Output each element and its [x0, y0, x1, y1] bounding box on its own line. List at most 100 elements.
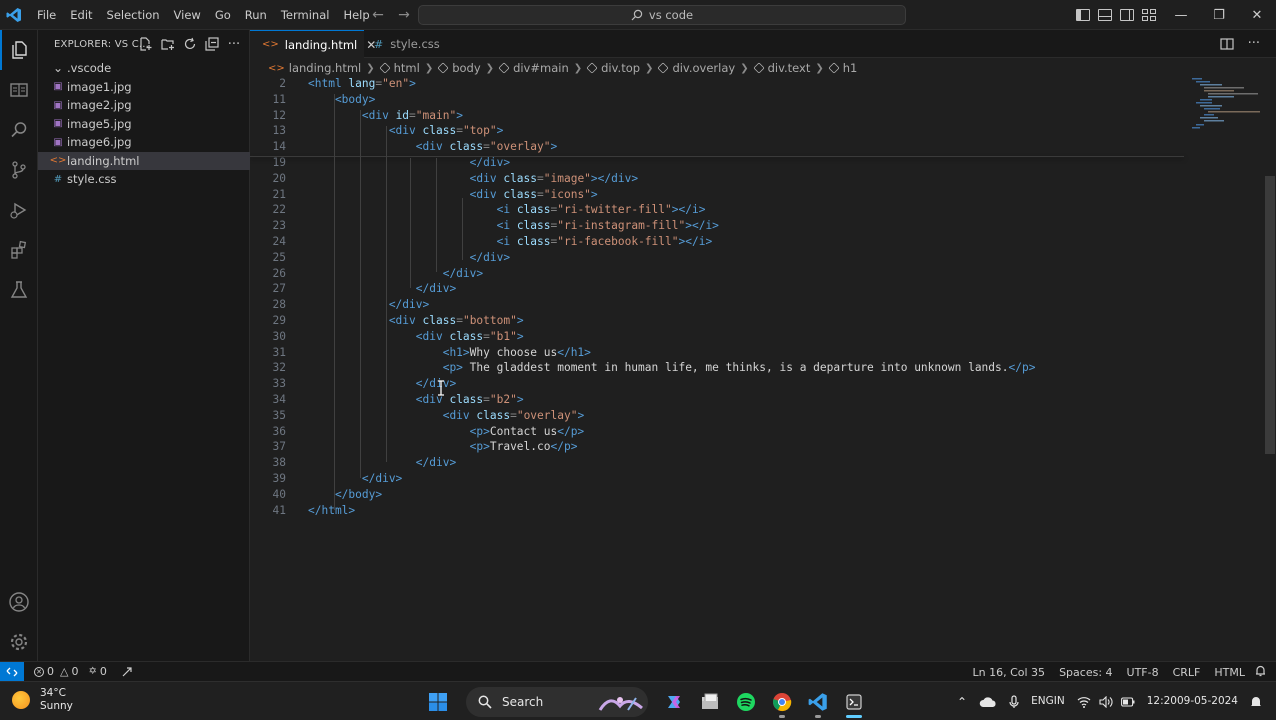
- menu-go[interactable]: Go: [208, 0, 238, 30]
- back-arrow-icon[interactable]: ←: [370, 7, 386, 23]
- manage-gear-icon[interactable]: [0, 622, 38, 662]
- code-line: 34 <div class="b2">: [250, 392, 1190, 408]
- language-mode[interactable]: HTML: [1214, 666, 1245, 679]
- problems-indicator[interactable]: ✕ 0 △ 0: [34, 665, 78, 678]
- more-actions-icon[interactable]: ···: [226, 36, 242, 52]
- code-text: <p>Travel.co</p>: [308, 439, 578, 455]
- file-tree-item[interactable]: ▣ image6.jpg: [38, 133, 250, 152]
- show-hidden-icons-chevron-up-icon[interactable]: ⌃: [957, 695, 967, 709]
- close-icon[interactable]: ✕: [1238, 0, 1276, 30]
- copilot-icon[interactable]: [656, 685, 692, 719]
- run-debug-icon[interactable]: [0, 190, 38, 230]
- code-token: =: [537, 187, 544, 201]
- code-token: <p>: [308, 440, 490, 454]
- weather-widget[interactable]: 34°C Sunny: [12, 687, 73, 713]
- accounts-icon[interactable]: [0, 582, 38, 622]
- microphone-icon[interactable]: [1009, 694, 1019, 709]
- more-actions-icon[interactable]: ···: [1248, 37, 1260, 54]
- menu-terminal[interactable]: Terminal: [274, 0, 337, 30]
- chevron-right-icon: ❯: [485, 62, 495, 74]
- file-tree-item[interactable]: <> landing.html: [38, 151, 250, 170]
- code-token: <html: [308, 78, 342, 90]
- active-app-icon[interactable]: [836, 685, 872, 719]
- file-tree-item[interactable]: # style.css: [38, 170, 250, 189]
- breadcrumb-item[interactable]: div.top: [586, 61, 640, 75]
- file-tree-item[interactable]: ▣ image1.jpg: [38, 78, 250, 97]
- breadcrumb-item[interactable]: div.overlay: [657, 61, 735, 75]
- outline-icon[interactable]: [0, 70, 38, 110]
- breadcrumb-item[interactable]: div#main: [498, 61, 569, 75]
- new-folder-icon[interactable]: [160, 36, 176, 52]
- refresh-icon[interactable]: [182, 36, 198, 52]
- minimize-icon[interactable]: —: [1162, 0, 1200, 30]
- toggle-secondary-sidebar-icon[interactable]: [1120, 9, 1134, 21]
- input-language[interactable]: ENG IN: [1031, 695, 1065, 708]
- menu-run[interactable]: Run: [238, 0, 274, 30]
- code-token: The gladdest moment in human life, me th…: [462, 361, 1009, 375]
- file-tree-item[interactable]: ▣ image2.jpg: [38, 96, 250, 115]
- tab-landing-html[interactable]: <> landing.html ✕: [250, 30, 376, 58]
- code-editor[interactable]: 2 <html lang="en"> 11 <body> 12 <div id="ma…: [250, 78, 1276, 661]
- notifications-bell-icon[interactable]: [1255, 665, 1266, 680]
- spotify-icon[interactable]: [728, 685, 764, 719]
- clock[interactable]: 12:20 09-05-2024: [1147, 695, 1238, 708]
- chrome-icon[interactable]: [764, 685, 800, 719]
- code-text: <h1>Why choose us</h1>: [308, 345, 591, 361]
- customize-layout-icon[interactable]: [1142, 9, 1156, 21]
- explorer-icon[interactable]: [0, 30, 38, 70]
- tab-label: landing.html: [284, 37, 358, 52]
- windows-start-icon[interactable]: [420, 685, 456, 719]
- file-explorer-icon[interactable]: [692, 685, 728, 719]
- region-code: IN: [1053, 695, 1065, 707]
- indentation[interactable]: Spaces: 4: [1059, 666, 1112, 679]
- menu-view[interactable]: View: [167, 0, 208, 30]
- html-file-icon: <>: [268, 62, 285, 74]
- extensions-icon[interactable]: [0, 230, 38, 270]
- text-cursor-icon: [437, 380, 445, 396]
- remote-indicator-icon[interactable]: [0, 661, 24, 682]
- restore-icon[interactable]: ❐: [1200, 0, 1238, 30]
- code-token: id: [388, 108, 410, 122]
- encoding[interactable]: UTF-8: [1127, 666, 1159, 679]
- code-token: >: [550, 140, 558, 154]
- menu-edit[interactable]: Edit: [63, 0, 99, 30]
- file-tree-item[interactable]: ▣ image5.jpg: [38, 115, 250, 134]
- line-number: 40: [272, 487, 286, 501]
- breadcrumb-item[interactable]: html: [378, 61, 420, 75]
- split-editor-icon[interactable]: [1219, 37, 1234, 54]
- live-share-icon[interactable]: [121, 666, 133, 678]
- vscode-taskbar-icon[interactable]: [800, 685, 836, 719]
- ports-indicator[interactable]: ✡ 0: [88, 665, 106, 678]
- minimap[interactable]: [1190, 78, 1266, 661]
- line-number: 38: [272, 456, 286, 470]
- collapse-all-icon[interactable]: [204, 36, 220, 52]
- toggle-panel-icon[interactable]: [1098, 9, 1112, 21]
- line-number: 20: [272, 171, 286, 185]
- line-ending[interactable]: CRLF: [1173, 666, 1201, 679]
- command-center-search[interactable]: vs code: [418, 5, 906, 25]
- taskbar-search[interactable]: Search: [466, 687, 648, 717]
- code-token: =: [456, 124, 463, 138]
- breadcrumb-item[interactable]: div.text: [752, 61, 810, 75]
- menu-selection[interactable]: Selection: [100, 0, 167, 30]
- indent-guide: [334, 94, 335, 510]
- editor-scrollbar[interactable]: [1265, 176, 1275, 454]
- notification-bell-icon[interactable]: [1250, 695, 1262, 709]
- breadcrumb-item[interactable]: body: [437, 61, 481, 75]
- network-volume-battery[interactable]: [1077, 695, 1135, 708]
- code-token: class: [442, 329, 484, 343]
- menu-file[interactable]: File: [30, 0, 63, 30]
- new-file-icon[interactable]: [138, 36, 154, 52]
- forward-arrow-icon[interactable]: →: [396, 7, 412, 23]
- file-tree-item[interactable]: ⌄ .vscode: [38, 59, 250, 78]
- cursor-position[interactable]: Ln 16, Col 35: [973, 666, 1046, 679]
- source-control-icon[interactable]: [0, 150, 38, 190]
- tab-style-css[interactable]: # style.css: [364, 30, 454, 58]
- toggle-primary-sidebar-icon[interactable]: [1076, 9, 1090, 21]
- code-line: 36 <p>Contact us</p>: [250, 424, 1190, 440]
- breadcrumb-item[interactable]: h1: [828, 61, 857, 75]
- search-icon[interactable]: [0, 110, 38, 150]
- breadcrumb-item[interactable]: <> landing.html: [268, 61, 361, 75]
- testing-icon[interactable]: [0, 270, 38, 310]
- onedrive-cloud-icon[interactable]: [979, 696, 997, 708]
